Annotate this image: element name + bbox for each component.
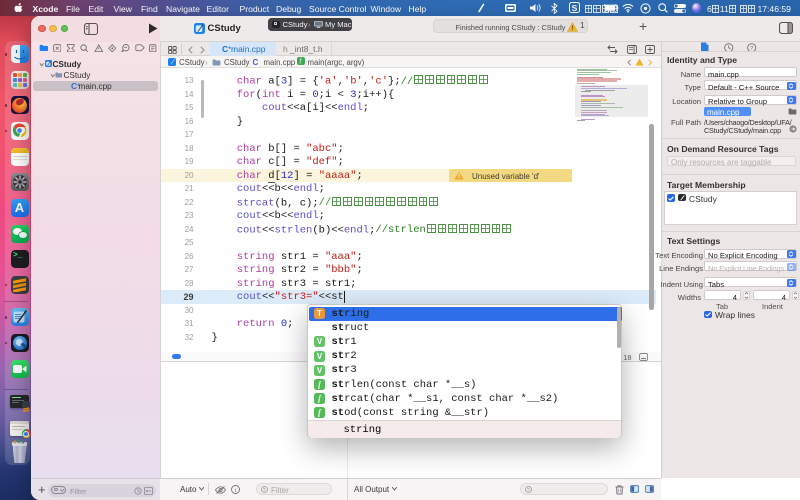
svg-text:i: i <box>235 487 237 494</box>
svg-text:!: ! <box>458 173 460 180</box>
svg-text:!: ! <box>571 25 573 32</box>
